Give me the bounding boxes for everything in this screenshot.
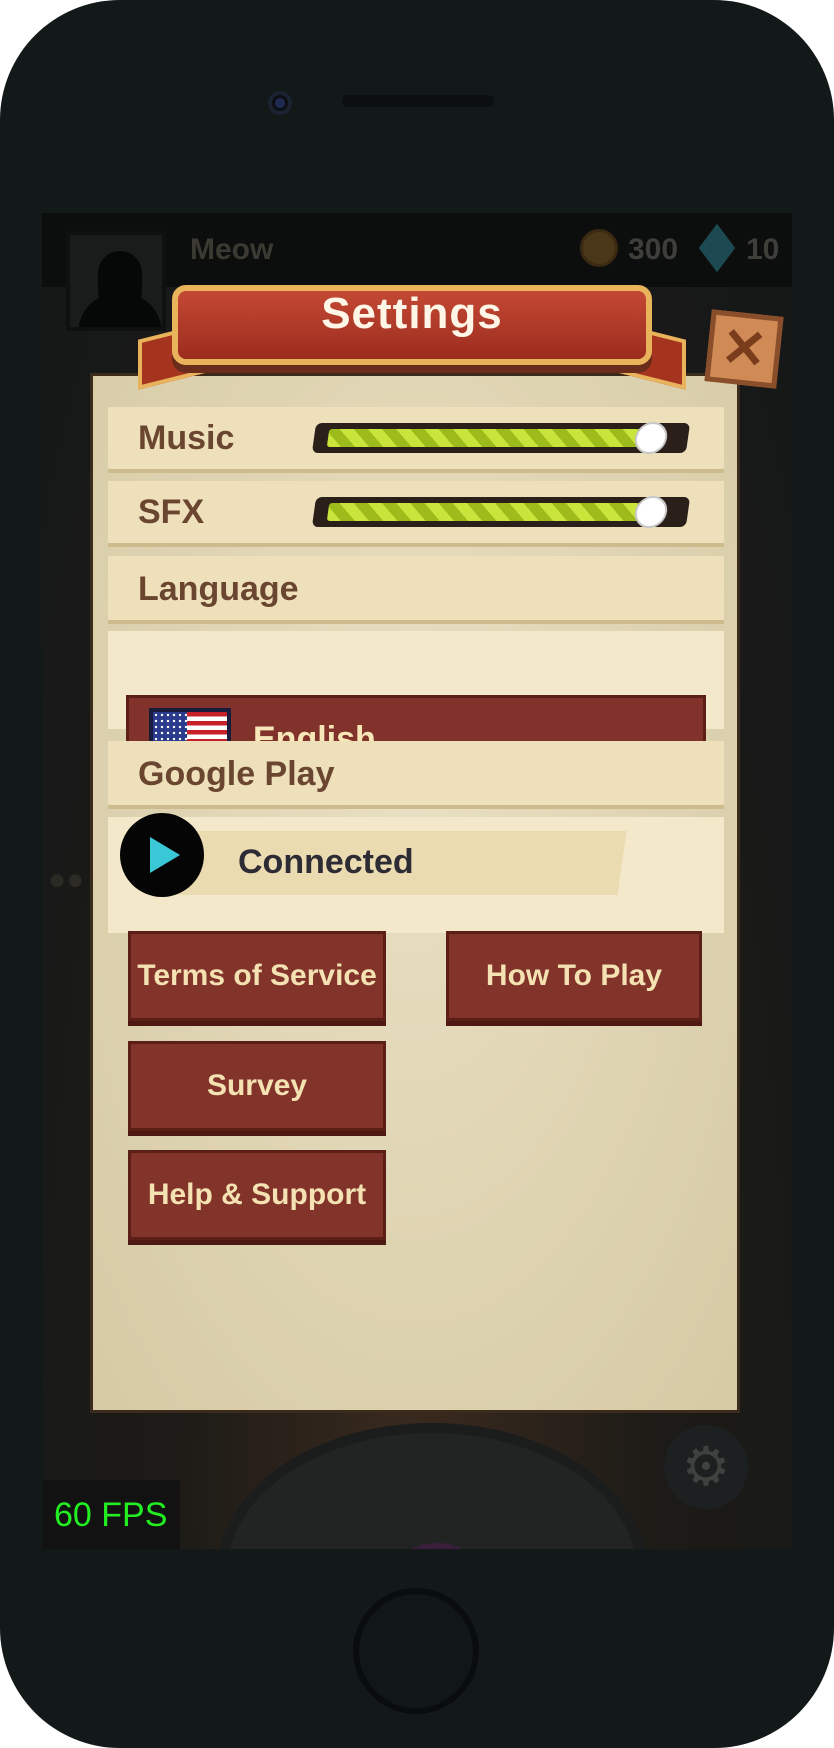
game-screen: Meow 300 10 ●● ⚙ Settings ✕ Music SFX La… (42, 213, 792, 1549)
language-header: Language (108, 556, 724, 620)
how-to-play-button[interactable]: How To Play (446, 931, 702, 1021)
help-support-button[interactable]: Help & Support (128, 1150, 386, 1240)
terms-of-service-button[interactable]: Terms of Service (128, 931, 386, 1021)
sfx-label: SFX (138, 493, 205, 531)
fps-counter: 60 FPS (42, 1480, 180, 1549)
dialog-title: Settings (321, 289, 503, 338)
survey-button[interactable]: Survey (128, 1041, 386, 1131)
sfx-slider[interactable] (311, 496, 691, 528)
music-slider-knob[interactable] (632, 422, 670, 454)
sfx-slider-fill (326, 503, 659, 521)
username: Meow (190, 233, 274, 266)
music-slider-fill (326, 429, 659, 447)
home-button[interactable] (353, 1588, 479, 1714)
bottom-menu-wheel (217, 1423, 647, 1549)
earpiece-speaker (342, 95, 494, 107)
language-label: Language (138, 570, 299, 608)
music-label: Music (138, 419, 235, 457)
coin-icon (580, 229, 618, 267)
sfx-slider-knob[interactable] (632, 496, 670, 528)
sfx-row: SFX (108, 481, 724, 543)
google-play-header: Google Play (108, 741, 724, 805)
fps-text: 60 FPS (54, 1496, 168, 1534)
close-icon: ✕ (718, 316, 770, 382)
close-button[interactable]: ✕ (704, 309, 784, 389)
music-row: Music (108, 407, 724, 469)
gem-count: 10 (746, 233, 780, 266)
music-slider[interactable] (311, 422, 691, 454)
avatar[interactable] (66, 231, 166, 331)
front-camera (268, 91, 292, 115)
google-play-label: Google Play (138, 755, 335, 793)
coin-count: 300 (628, 233, 679, 266)
gear-icon[interactable]: ⚙ (664, 1425, 748, 1509)
friends-icon: ●● (48, 863, 85, 896)
google-play-status: Connected (238, 843, 414, 881)
google-play-icon[interactable] (120, 813, 204, 897)
phone-frame: Meow 300 10 ●● ⚙ Settings ✕ Music SFX La… (0, 0, 834, 1748)
